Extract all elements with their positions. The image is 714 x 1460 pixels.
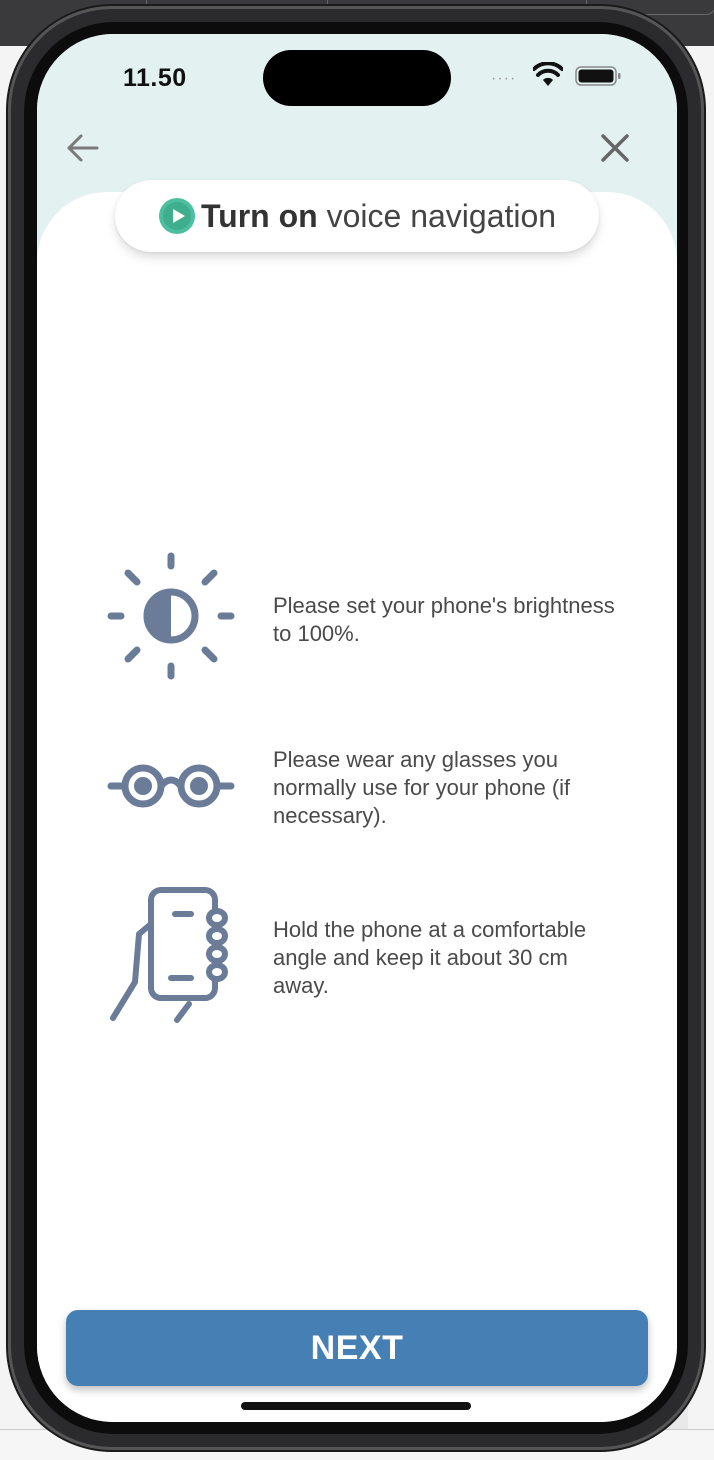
battery-icon (575, 66, 621, 86)
brightness-icon (107, 552, 235, 680)
close-button[interactable] (595, 128, 635, 168)
instruction-text: Please wear any glasses you normally use… (273, 747, 571, 828)
instruction-text: Hold the phone at a comfortable angle an… (273, 917, 587, 998)
glasses-icon (107, 764, 235, 808)
status-time: 11.50 (123, 64, 187, 92)
instruction-text: Please set your phone's brightness to 10… (273, 593, 615, 646)
voice-navigation-label-bold: Turn on (201, 198, 318, 234)
play-icon (159, 198, 195, 234)
phone-screen: 11.50 ···· Turn on voice navigation Plea… (37, 34, 677, 1422)
wifi-icon (533, 62, 563, 86)
back-button[interactable] (63, 128, 103, 168)
next-button[interactable]: NEXT (66, 1310, 648, 1386)
dynamic-island (263, 50, 451, 106)
voice-navigation-toggle[interactable]: Turn on voice navigation (115, 180, 599, 252)
voice-navigation-label-rest: voice navigation (317, 198, 557, 234)
home-indicator (241, 1402, 471, 1410)
cellular-signal-icon: ···· (491, 70, 517, 87)
hand-holding-phone-icon (110, 887, 228, 1023)
close-icon (601, 134, 629, 162)
arrow-left-icon (67, 134, 99, 162)
voice-navigation-label: Turn on voice navigation (201, 198, 556, 235)
